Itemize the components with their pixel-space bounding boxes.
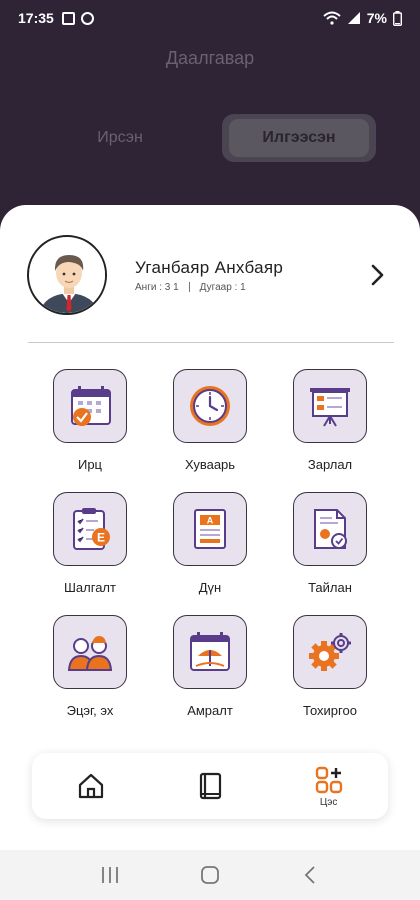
tab-sent-label: Илгээсэн: [229, 119, 369, 157]
presentation-board-icon: [293, 369, 367, 443]
signal-icon: [347, 12, 360, 24]
menu-item-exam[interactable]: E Шалгалт: [30, 492, 150, 595]
profile-class: Анги : 3 1: [135, 281, 179, 293]
book-icon: [199, 772, 222, 800]
vacation-calendar-icon: [173, 615, 247, 689]
bottom-navigation: Цэс: [32, 753, 388, 819]
clipboard-exam-icon: E: [53, 492, 127, 566]
menu-label-settings: Тохиргоо: [303, 703, 357, 718]
parents-icon: [53, 615, 127, 689]
gallery-notification-icon: [61, 11, 75, 25]
settings-gears-icon: [293, 615, 367, 689]
app-notification-icon: [80, 11, 94, 25]
recent-apps-icon[interactable]: [90, 860, 130, 890]
report-document-icon: [293, 492, 367, 566]
menu-label-attendance: Ирц: [77, 457, 103, 472]
menu-item-parents[interactable]: Эцэг, эх: [30, 615, 150, 718]
wifi-icon: [323, 11, 341, 25]
nav-home[interactable]: [51, 756, 131, 816]
menu-item-attendance[interactable]: Ирц: [30, 369, 150, 472]
menu-item-settings[interactable]: Тохиргоо: [270, 615, 390, 718]
status-bar: 17:35 7%: [0, 0, 420, 36]
profile-card[interactable]: Уганбаяр Анхбаяр Анги : 3 1 Дугаар : 1: [27, 235, 393, 315]
profile-name: Уганбаяр Анхбаяр: [135, 257, 284, 277]
battery-icon: [393, 10, 402, 26]
menu-label-vacation: Амралт: [187, 703, 233, 718]
menu-label-exam: Шалгалт: [64, 580, 116, 595]
home-button-icon[interactable]: [190, 860, 230, 890]
menu-grid-icon: [315, 766, 342, 793]
menu-label-announcements: Зарлал: [307, 457, 353, 472]
menu-label-parents: Эцэг, эх: [66, 703, 114, 718]
nav-menu[interactable]: Цэс: [289, 756, 369, 816]
clock-icon: [173, 369, 247, 443]
system-navigation-bar: [0, 850, 420, 900]
svg-text:E: E: [97, 531, 105, 545]
profile-number: Дугаар : 1: [199, 281, 246, 293]
tab-sent[interactable]: Илгээсэн: [222, 114, 376, 162]
menu-item-vacation[interactable]: Амралт: [150, 615, 270, 718]
menu-label-report: Тайлан: [308, 580, 352, 595]
avatar: [27, 235, 107, 315]
tab-received[interactable]: Ирсэн: [60, 114, 180, 162]
back-icon[interactable]: [290, 860, 330, 890]
home-icon: [79, 773, 104, 799]
background-screen: Даалгавар Ирсэн Илгээсэн: [0, 36, 420, 226]
menu-label-schedule: Хуваарь: [184, 457, 236, 472]
nav-menu-label: Цэс: [319, 796, 338, 808]
menu-item-announcements[interactable]: Зарлал: [270, 369, 390, 472]
menu-item-schedule[interactable]: Хуваарь: [150, 369, 270, 472]
chevron-right-icon[interactable]: [363, 260, 393, 290]
background-page-title: Даалгавар: [165, 48, 255, 68]
nav-lessons[interactable]: [170, 756, 250, 816]
menu-item-report[interactable]: Тайлан: [270, 492, 390, 595]
status-time: 17:35: [18, 10, 54, 26]
svg-text:A: A: [207, 516, 214, 526]
menu-item-grades[interactable]: A Дүн: [150, 492, 270, 595]
profile-divider: [28, 342, 394, 343]
menu-label-grades: Дүн: [198, 580, 222, 595]
calendar-attendance-icon: [53, 369, 127, 443]
battery-level: 7%: [366, 10, 387, 26]
meta-separator: [188, 282, 190, 292]
grade-document-icon: A: [173, 492, 247, 566]
